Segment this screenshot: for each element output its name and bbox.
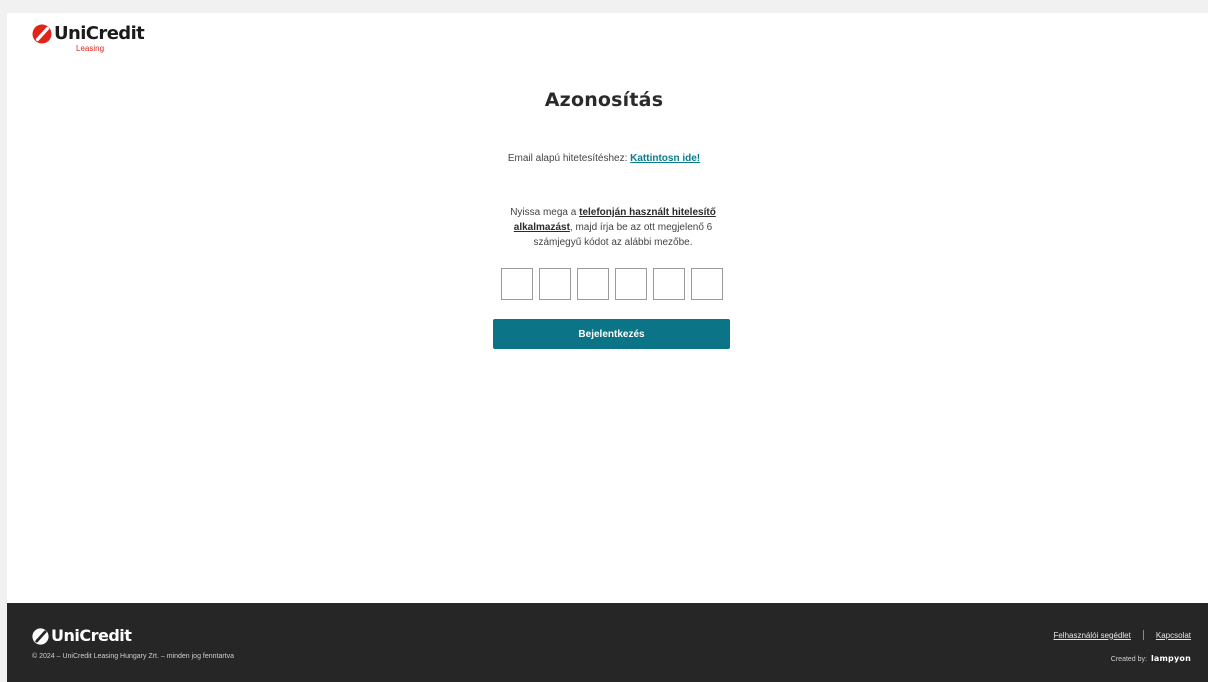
copyright-text: © 2024 – UniCredit Leasing Hungary Zrt. … <box>32 653 235 660</box>
code-digit-4[interactable] <box>615 268 647 300</box>
created-by-brand[interactable]: lampyon <box>1151 654 1191 663</box>
email-auth-line: Email alapú hitetesítéshez: Kattintosn i… <box>0 153 1208 164</box>
contact-link[interactable]: Kapcsolat <box>1156 631 1191 640</box>
email-auth-prompt: Email alapú hitetesítéshez: <box>507 153 628 164</box>
login-button[interactable]: Bejelentkezés <box>493 319 730 349</box>
code-digit-6[interactable] <box>691 268 723 300</box>
created-by-label: Created by: <box>1110 656 1147 663</box>
footer: UniCredit © 2024 – UniCredit Leasing Hun… <box>7 603 1208 682</box>
code-digit-3[interactable] <box>577 268 609 300</box>
unicredit-leasing-logo[interactable]: UniCredit Leasing <box>32 23 145 53</box>
logo-subtext: Leasing <box>76 44 105 53</box>
page-frame: UniCredit Leasing Azonosítás Email alapú… <box>7 13 1208 682</box>
page-title: Azonosítás <box>544 89 664 111</box>
instructions-before: Nyissa mega a <box>510 207 580 218</box>
instructions-text: Nyissa mega a telefonján használt hitele… <box>502 205 724 250</box>
footer-divider <box>1142 630 1144 640</box>
footer-logo[interactable]: UniCredit <box>32 626 132 645</box>
user-guide-link[interactable]: Felhasználói segédlet <box>1053 631 1130 640</box>
unicredit-logo-icon <box>32 627 49 645</box>
email-auth-link[interactable]: Kattintosn ide! <box>630 153 700 164</box>
footer-logo-text: UniCredit <box>51 626 132 645</box>
code-digit-5[interactable] <box>653 268 685 300</box>
code-input-group <box>501 268 723 300</box>
footer-links: Felhasználói segédlet Kapcsolat <box>1053 630 1191 640</box>
code-digit-2[interactable] <box>539 268 571 300</box>
code-digit-1[interactable] <box>501 268 533 300</box>
created-by: Created by: lampyon <box>1111 654 1191 663</box>
logo-text: UniCredit <box>54 23 145 44</box>
unicredit-logo-icon <box>32 24 52 44</box>
